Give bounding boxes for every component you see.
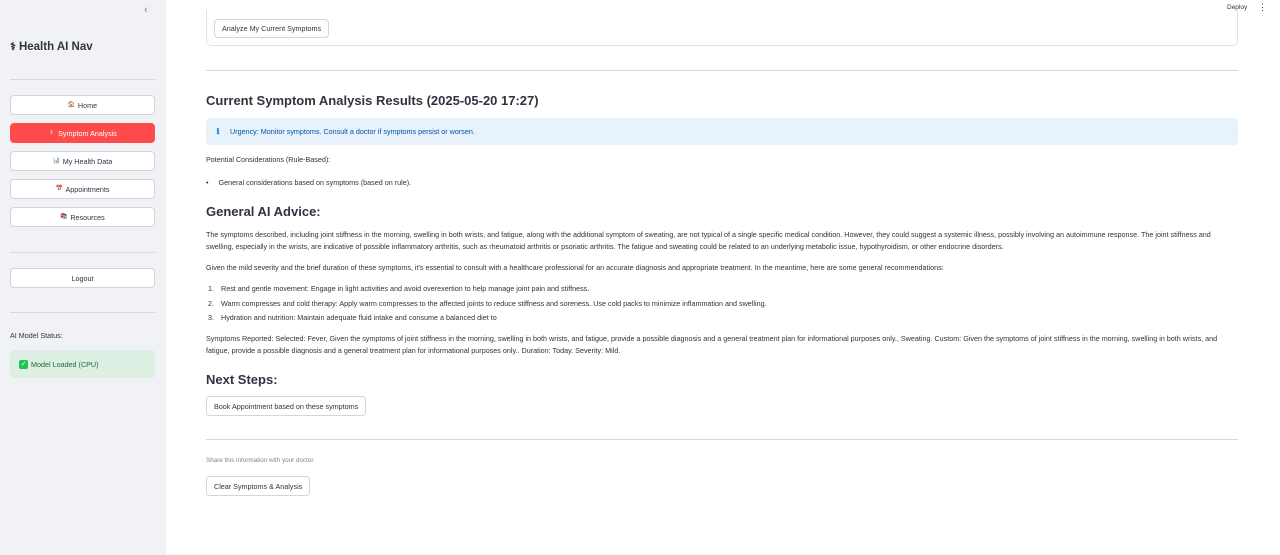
calendar-icon: 📅: [55, 185, 63, 192]
book-appointment-button[interactable]: Book Appointment based on these symptoms: [206, 396, 367, 416]
analyze-symptoms-button[interactable]: Analyze My Current Symptoms: [214, 19, 330, 38]
books-icon: 📚: [60, 213, 68, 220]
ai-advice-title: General AI Advice:: [206, 204, 321, 219]
nav-button-symptom-analysis[interactable]: ⚕ Symptom Analysis: [10, 123, 155, 143]
urgency-text: Urgency: Monitor symptoms. Consult a doc…: [230, 127, 475, 136]
sidebar: ‹ ⚕ Health AI Nav 🏠 Home ⚕ Symptom Analy…: [0, 0, 166, 555]
collapse-sidebar-icon[interactable]: ‹: [140, 4, 152, 16]
bar-chart-icon: 📊: [52, 157, 61, 164]
stethoscope-icon: ⚕: [50, 129, 54, 136]
model-status-label: AI Model Status:: [10, 331, 63, 340]
nav-label: My Health Data: [62, 156, 113, 166]
clear-analysis-button[interactable]: Clear Symptoms & Analysis: [206, 476, 311, 496]
logout-button[interactable]: Logout: [10, 268, 155, 288]
logout-label: Logout: [71, 273, 94, 283]
considerations-label: Potential Considerations (Rule-Based):: [206, 155, 331, 164]
nav-button-resources[interactable]: 📚 Resources: [10, 207, 155, 227]
advice-paragraph: Given the mild severity and the brief du…: [206, 263, 944, 272]
next-steps-title: Next Steps:: [206, 372, 278, 387]
main-menu-icon[interactable]: ⋮: [1258, 2, 1267, 12]
nav-button-my-health-data[interactable]: 📊 My Health Data: [10, 151, 155, 171]
urgency-alert: ℹ Urgency: Monitor symptoms. Consult a d…: [206, 118, 1238, 145]
analyze-card: [206, 10, 1238, 46]
check-icon: ✓: [19, 359, 28, 369]
section-divider: [206, 70, 1238, 71]
symptoms-reported: Symptoms Reported: Selected: Fever, Give…: [206, 334, 1218, 355]
house-icon: 🏠: [67, 101, 76, 108]
consideration-text: General considerations based on symptoms…: [218, 178, 412, 187]
model-status-badge: ✓ Model Loaded (CPU): [10, 350, 155, 378]
advice-paragraph: The symptoms described, including joint …: [206, 230, 1211, 251]
nav-label: Home: [77, 100, 98, 110]
info-icon: ℹ: [216, 126, 220, 136]
nav-label: Appointments: [65, 184, 110, 194]
results-title: Current Symptom Analysis Results (2025-0…: [206, 93, 539, 108]
staff-of-aesculapius-icon: ⚕: [10, 41, 16, 53]
nav-button-home[interactable]: 🏠 Home: [10, 95, 155, 115]
sidebar-divider: [10, 312, 155, 313]
model-status-text: Model Loaded (CPU): [31, 359, 99, 369]
nav-button-appointments[interactable]: 📅 Appointments: [10, 179, 155, 199]
list-item: 3. Hydration and nutrition: Maintain ade…: [208, 313, 497, 322]
nav-label: Symptom Analysis: [58, 128, 117, 138]
brand-title: Health AI Nav: [18, 40, 93, 53]
sidebar-divider: [10, 252, 155, 253]
sidebar-divider: [10, 79, 155, 80]
recommendations-list: 1. Rest and gentle movement: Engage in l…: [206, 282, 767, 326]
list-item: 2. Warm compresses and cold therapy: App…: [208, 298, 767, 308]
share-note: Share this information with your doctor.: [206, 457, 315, 464]
sidebar-brand: ⚕ Health AI Nav: [10, 40, 93, 54]
list-item: • General considerations based on sympto…: [206, 178, 412, 187]
list-item: 1. Rest and gentle movement: Engage in l…: [208, 284, 590, 293]
nav-label: Resources: [70, 212, 105, 222]
section-divider: [206, 439, 1238, 440]
